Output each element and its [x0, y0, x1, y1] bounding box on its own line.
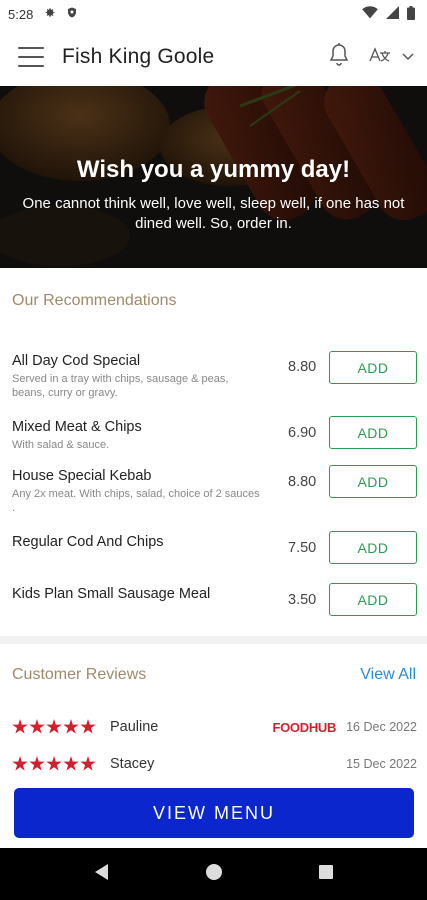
section-divider: [0, 636, 427, 644]
star-icon: [63, 719, 79, 734]
bell-icon[interactable]: [327, 42, 351, 73]
item-description: Served in a tray with chips, sausage & p…: [12, 373, 229, 399]
system-nav-bar: [0, 848, 427, 900]
menu-item[interactable]: All Day Cod Special Served in a tray wit…: [12, 351, 417, 400]
add-button[interactable]: ADD: [329, 531, 417, 564]
menu-item[interactable]: House Special Kebab Any 2x meat. With ch…: [12, 465, 417, 515]
star-icon: [80, 756, 96, 771]
add-button[interactable]: ADD: [329, 465, 417, 498]
chevron-down-icon[interactable]: [401, 48, 415, 66]
star-icon: [46, 756, 62, 771]
add-button[interactable]: ADD: [329, 416, 417, 449]
status-time: 5:28: [8, 6, 34, 22]
star-icon: [12, 719, 28, 734]
home-icon[interactable]: [205, 863, 223, 886]
item-price: 6.90: [288, 425, 317, 441]
add-button[interactable]: ADD: [329, 351, 417, 384]
recents-icon[interactable]: [318, 864, 334, 885]
shield-icon: [66, 6, 78, 22]
item-description: With salad & sauce.: [12, 439, 110, 451]
item-price: 3.50: [288, 592, 317, 608]
app-bar: Fish King Goole: [0, 28, 427, 86]
hero-text: Wish you a yummy day! One cannot think w…: [0, 156, 427, 234]
menu-item[interactable]: Regular Cod And Chips 7.50 ADD: [12, 531, 417, 564]
back-icon[interactable]: [94, 863, 110, 886]
star-icon: [29, 719, 45, 734]
add-button[interactable]: ADD: [329, 583, 417, 616]
star-icon: [12, 756, 28, 771]
hero-subtitle: One cannot think well, love well, sleep …: [22, 195, 405, 232]
app-title: Fish King Goole: [62, 45, 215, 68]
review-row: Pauline FOODHUB 16 Dec 2022: [12, 716, 417, 738]
app-actions: [327, 42, 415, 73]
menu-icon[interactable]: [18, 47, 44, 67]
recommendations-title: Our Recommendations: [12, 292, 177, 309]
wifi-icon: [362, 6, 378, 22]
status-right: [362, 5, 415, 23]
star-rating: [12, 719, 96, 735]
status-left: 5:28: [8, 6, 78, 22]
item-price: 8.80: [288, 474, 317, 490]
language-icon[interactable]: [367, 44, 393, 71]
item-description: Any 2x meat. With chips, salad, choice o…: [12, 488, 260, 514]
status-bar: 5:28: [0, 0, 427, 28]
menu-item[interactable]: Kids Plan Small Sausage Meal 3.50 ADD: [12, 583, 417, 616]
review-row: Stacey 15 Dec 2022: [12, 753, 417, 775]
star-icon: [29, 756, 45, 771]
menu-item[interactable]: Mixed Meat & Chips With salad & sauce. 6…: [12, 416, 417, 452]
star-rating: [12, 756, 96, 772]
star-icon: [63, 756, 79, 771]
star-icon: [80, 719, 96, 734]
review-source-logo: FOODHUB: [272, 719, 337, 735]
view-menu-button[interactable]: VIEW MENU: [14, 788, 414, 838]
review-date: 15 Dec 2022: [346, 757, 417, 771]
battery-icon: [407, 5, 415, 23]
star-icon: [46, 719, 62, 734]
reviewer-name: Pauline: [110, 719, 159, 735]
reviews-title: Customer Reviews: [12, 666, 147, 683]
gear-icon: [43, 6, 56, 22]
view-all-link[interactable]: View All: [360, 666, 416, 684]
hero-title: Wish you a yummy day!: [76, 156, 351, 183]
review-date: 16 Dec 2022: [346, 720, 417, 734]
item-price: 8.80: [288, 359, 317, 375]
hero-banner: Wish you a yummy day! One cannot think w…: [0, 86, 427, 268]
cell-signal-icon: [386, 6, 399, 22]
reviewer-name: Stacey: [110, 756, 155, 772]
item-price: 7.50: [288, 540, 317, 556]
